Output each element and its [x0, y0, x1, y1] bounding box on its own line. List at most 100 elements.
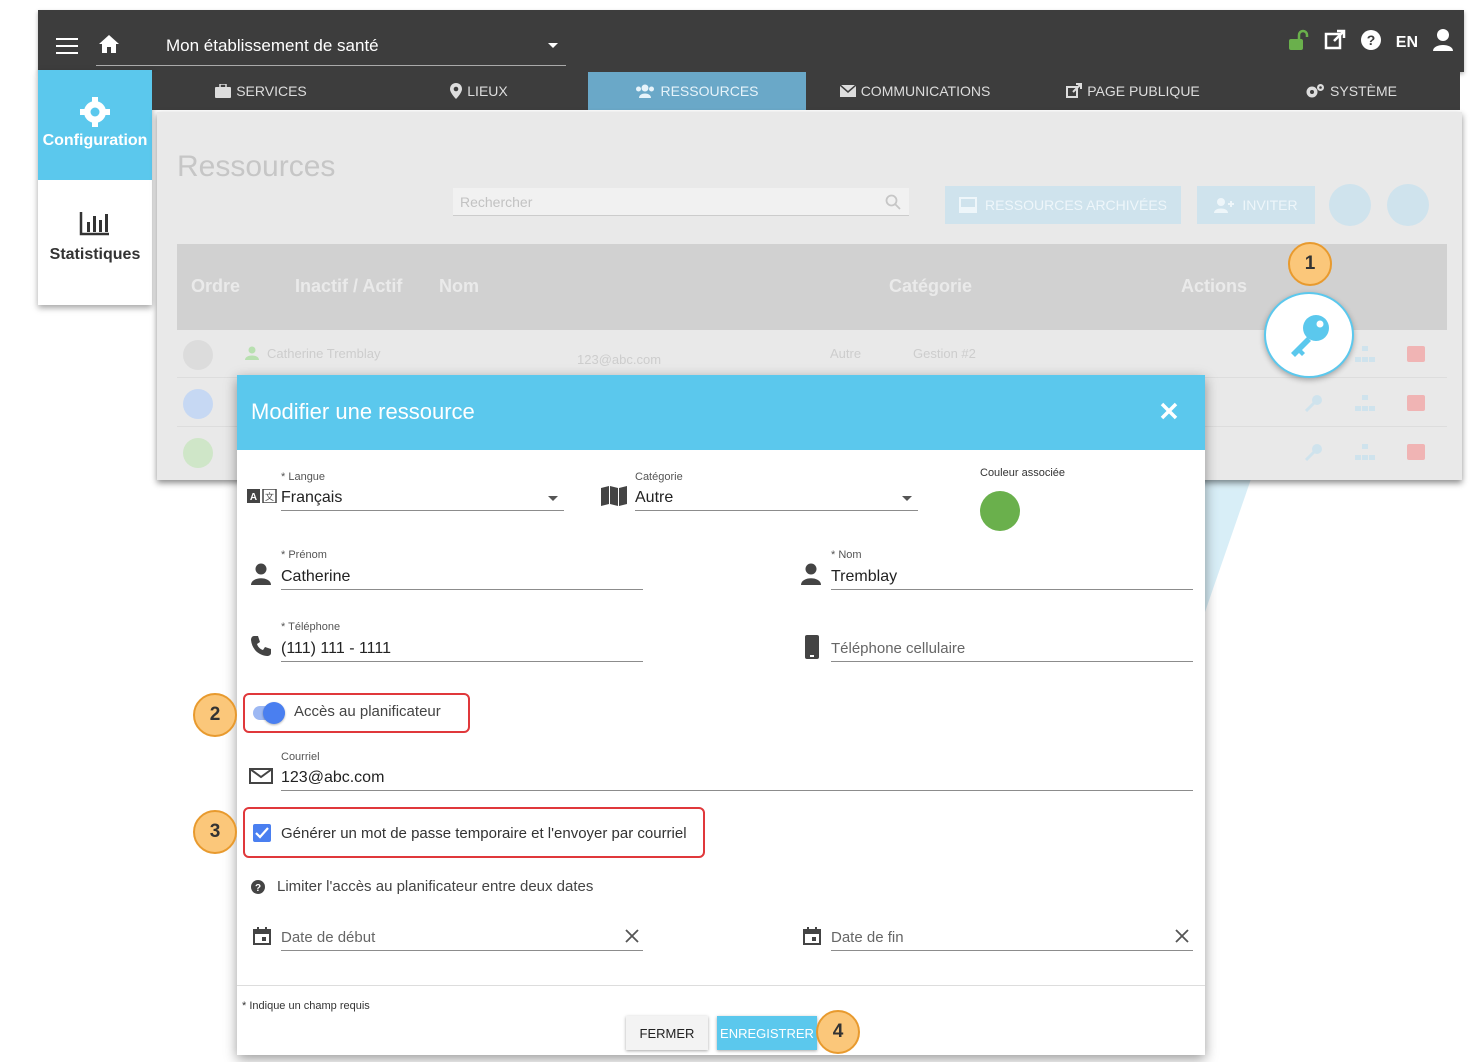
envelope-icon: [839, 85, 856, 97]
main-nav-tabs: SERVICES LIEUX RESSOURCES COMMUNICATIONS…: [152, 72, 1460, 110]
email-field[interactable]: 123@abc.com: [281, 765, 1193, 791]
email-label: Courriel: [281, 751, 320, 763]
column-header: Nom: [439, 276, 479, 296]
drag-handle[interactable]: [183, 340, 213, 370]
temp-password-checkbox[interactable]: [253, 824, 271, 842]
envelope-icon: [249, 768, 273, 784]
search-icon: [885, 194, 901, 210]
lastname-value: Tremblay: [831, 568, 898, 585]
start-date-placeholder: Date de début: [281, 929, 376, 946]
clear-icon[interactable]: [625, 929, 639, 943]
archive-icon[interactable]: [1407, 395, 1425, 411]
phone-field[interactable]: (111) 111 - 1111: [281, 636, 643, 662]
tab-systeme[interactable]: SYSTÈME: [1242, 72, 1460, 110]
sidebar-item-configuration[interactable]: Configuration: [38, 70, 152, 180]
clear-icon[interactable]: [1175, 929, 1189, 943]
user-plus-icon: [1214, 198, 1235, 213]
map-pin-icon: [450, 83, 463, 99]
archive-icon[interactable]: [1407, 346, 1425, 362]
hierarchy-icon[interactable]: [1355, 395, 1375, 411]
column-header: Catégorie: [889, 276, 973, 296]
cogs-icon: [1306, 84, 1325, 98]
user-icon[interactable]: [1432, 28, 1454, 57]
email-value: 123@abc.com: [281, 769, 385, 786]
key-icon[interactable]: [1305, 443, 1323, 461]
dialog-title: Modifier une ressource: [251, 399, 475, 424]
search-placeholder: Rechercher: [460, 194, 533, 210]
sidebar-item-statistiques[interactable]: Statistiques: [38, 180, 152, 305]
svg-text:?: ?: [1366, 32, 1375, 48]
key-icon[interactable]: [1305, 394, 1323, 412]
toggle-knob[interactable]: [263, 702, 285, 724]
person-icon: [251, 563, 271, 585]
add-group-button[interactable]: [1387, 184, 1429, 226]
language-select[interactable]: Français: [281, 485, 564, 511]
help-icon: ?: [251, 880, 265, 894]
tab-services[interactable]: SERVICES: [152, 72, 370, 110]
chevron-down-icon: [902, 496, 912, 501]
language-label: * Langue: [281, 471, 326, 483]
color-picker[interactable]: [980, 491, 1020, 531]
chevron-down-icon: [548, 43, 558, 48]
close-button[interactable]: FERMER: [626, 1016, 708, 1050]
firstname-label: * Prénom: [281, 549, 327, 561]
hierarchy-icon[interactable]: [1355, 444, 1375, 460]
hierarchy-icon[interactable]: [1355, 346, 1375, 362]
mobile-phone-icon: [805, 635, 819, 659]
table-header: Ordre Inactif / Actif Nom Catégorie Acti…: [177, 244, 1447, 330]
tab-page-publique[interactable]: PAGE PUBLIQUE: [1024, 72, 1242, 110]
menu-icon[interactable]: [56, 38, 78, 54]
tab-ressources[interactable]: RESSOURCES: [588, 72, 806, 110]
row-category: Autre: [830, 346, 862, 361]
lastname-field[interactable]: Tremblay: [831, 564, 1193, 590]
unlock-icon[interactable]: [1286, 28, 1310, 57]
invite-button[interactable]: INVITER: [1197, 186, 1315, 224]
category-label: Catégorie: [635, 471, 683, 483]
phone-icon: [251, 636, 271, 656]
top-bar: Mon établissement de santé ? EN: [38, 10, 1464, 72]
category-value: Autre: [635, 489, 674, 506]
establishment-select[interactable]: Mon établissement de santé: [96, 28, 566, 66]
scheduler-access-label: Accès au planificateur: [294, 703, 441, 720]
mobile-phone-field[interactable]: Téléphone cellulaire: [831, 636, 1193, 662]
color-label: Couleur associée: [980, 467, 1065, 479]
calendar-icon: [253, 927, 271, 945]
users-icon: [636, 84, 655, 98]
language-switch[interactable]: EN: [1396, 34, 1418, 52]
help-icon[interactable]: ?: [1360, 29, 1382, 56]
check-icon: [255, 827, 269, 839]
archived-resources-button[interactable]: RESSOURCES ARCHIVÉES: [945, 186, 1181, 224]
user-icon: [245, 346, 259, 360]
svg-text:?: ?: [255, 883, 261, 894]
bar-chart-icon: [79, 210, 111, 241]
tab-communications[interactable]: COMMUNICATIONS: [806, 72, 1024, 110]
table-row[interactable]: Catherine Tremblay 123@abc.com Autre Ges…: [177, 330, 1447, 378]
tab-label: SERVICES: [236, 83, 307, 99]
translate-icon: A文: [247, 489, 277, 503]
category-select[interactable]: Autre: [635, 485, 918, 511]
firstname-value: Catherine: [281, 568, 351, 585]
end-date-placeholder: Date de fin: [831, 929, 904, 946]
map-icon: [601, 486, 627, 506]
end-date-field[interactable]: Date de fin: [831, 925, 1193, 951]
archive-icon[interactable]: [1407, 444, 1425, 460]
tab-label: COMMUNICATIONS: [860, 83, 991, 99]
start-date-field[interactable]: Date de début: [281, 925, 643, 951]
gear-icon: [79, 96, 111, 133]
drag-handle[interactable]: [183, 438, 213, 468]
row-email: 123@abc.com: [577, 352, 662, 367]
callout-1: 1: [1288, 242, 1332, 286]
firstname-field[interactable]: Catherine: [281, 564, 643, 590]
search-input[interactable]: Rechercher: [453, 188, 909, 216]
phone-label: * Téléphone: [281, 621, 341, 633]
drag-handle[interactable]: [183, 389, 213, 419]
callout-3: 3: [193, 810, 237, 854]
close-icon[interactable]: [1159, 401, 1179, 426]
column-header: Ordre: [191, 276, 241, 296]
add-user-button[interactable]: [1329, 184, 1371, 226]
required-note: * Indique un champ requis: [242, 1000, 370, 1012]
external-link-icon[interactable]: [1324, 29, 1346, 56]
sidebar: Configuration Statistiques: [38, 70, 152, 305]
tab-lieux[interactable]: LIEUX: [370, 72, 588, 110]
save-button[interactable]: ENREGISTRER: [717, 1016, 817, 1050]
